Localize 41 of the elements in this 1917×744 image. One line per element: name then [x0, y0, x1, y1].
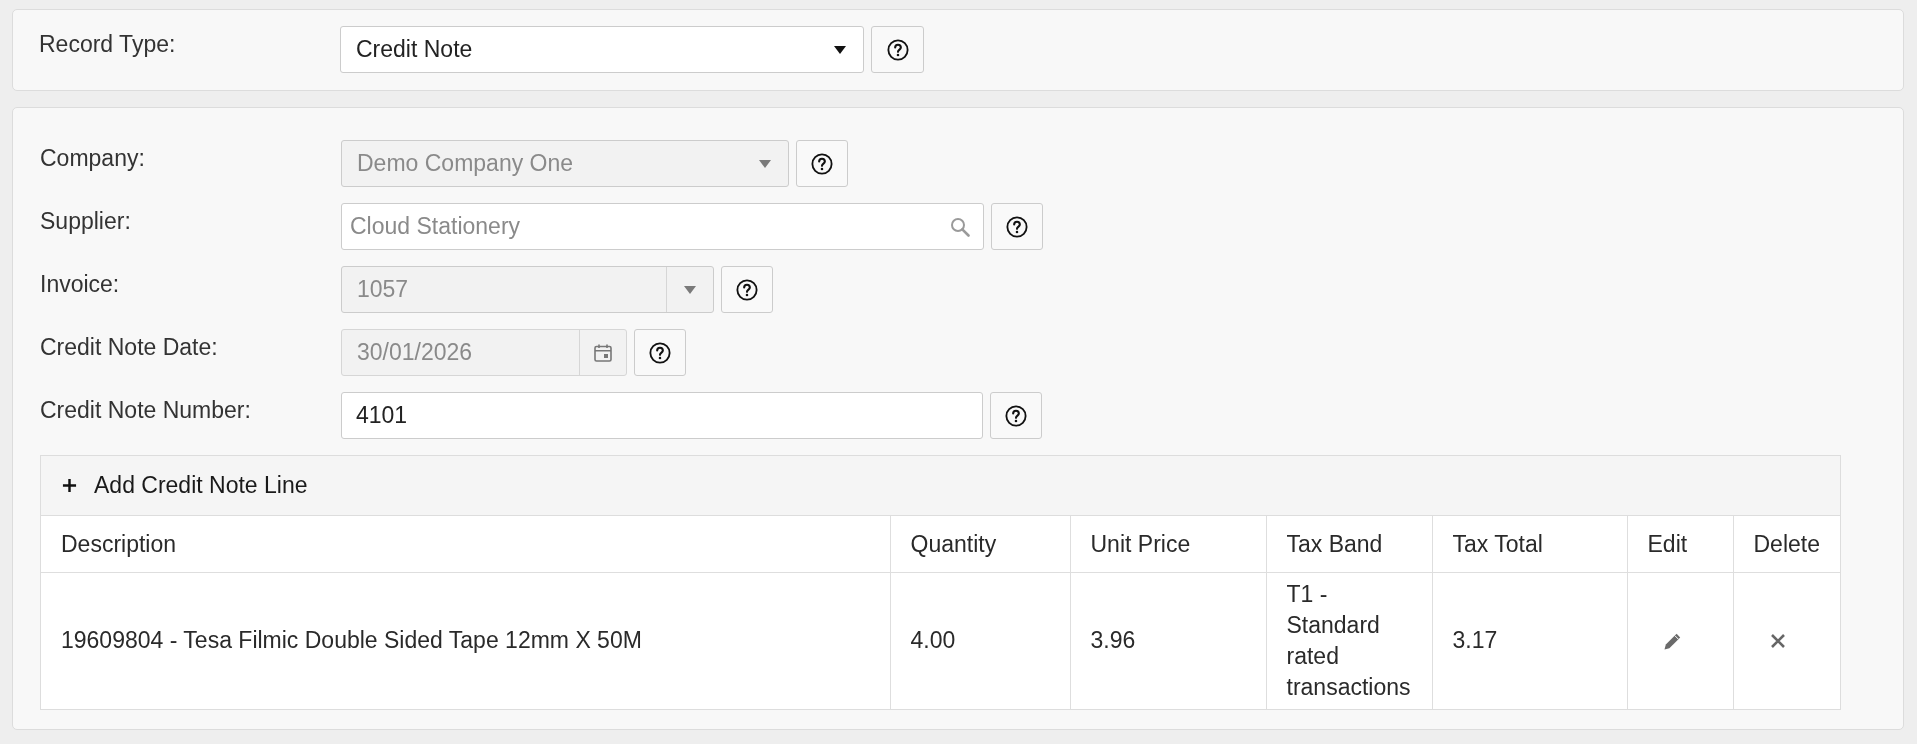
- field-label: Credit Note Date:: [40, 334, 218, 360]
- table-cell: T1 - Standard rated transactions: [1266, 572, 1432, 709]
- column-header: Unit Price: [1070, 516, 1266, 572]
- column-header: Tax Band: [1266, 516, 1432, 572]
- table-cell: 3.96: [1070, 572, 1266, 709]
- field-label: Supplier:: [40, 208, 131, 234]
- field-label: Credit Note Number:: [40, 397, 251, 423]
- column-header: Delete: [1733, 516, 1840, 572]
- table-cell: 3.17: [1432, 572, 1627, 709]
- text-field[interactable]: 4101: [341, 392, 983, 439]
- help-icon: [886, 38, 909, 61]
- dropdown-field[interactable]: Credit Note: [340, 26, 864, 73]
- help-button[interactable]: [634, 329, 686, 376]
- column-header: Edit: [1627, 516, 1733, 572]
- help-button[interactable]: [721, 266, 773, 313]
- delete-button[interactable]: [1769, 632, 1786, 649]
- field-label: Company:: [40, 145, 145, 171]
- help-button[interactable]: [871, 26, 924, 73]
- caret-down-icon: [834, 45, 846, 54]
- field-label: Invoice:: [40, 271, 120, 297]
- help-button[interactable]: [991, 203, 1043, 250]
- plus-icon: [62, 478, 77, 493]
- column-header: Quantity: [890, 516, 1070, 572]
- column-header: Tax Total: [1432, 516, 1627, 572]
- column-header: Description: [41, 516, 890, 572]
- field-label: Record Type:: [39, 31, 176, 57]
- table-cell: 19609804 - Tesa Filmic Double Sided Tape 12mm X 50M: [41, 572, 890, 709]
- caret-down-icon: [759, 159, 771, 168]
- calendar-icon: [593, 342, 613, 363]
- add-line-button[interactable]: Add Credit Note Line: [62, 468, 308, 503]
- help-icon: [1005, 404, 1027, 427]
- help-icon: [649, 341, 671, 364]
- close-icon: [1769, 632, 1786, 649]
- help-button[interactable]: [796, 140, 848, 187]
- help-icon: [811, 152, 833, 175]
- search-icon: [950, 216, 970, 237]
- caret-down-icon: [684, 285, 696, 294]
- help-button[interactable]: [990, 392, 1042, 439]
- help-icon: [736, 278, 758, 301]
- table-cell: 4.00: [890, 572, 1070, 709]
- help-icon: [1006, 215, 1028, 238]
